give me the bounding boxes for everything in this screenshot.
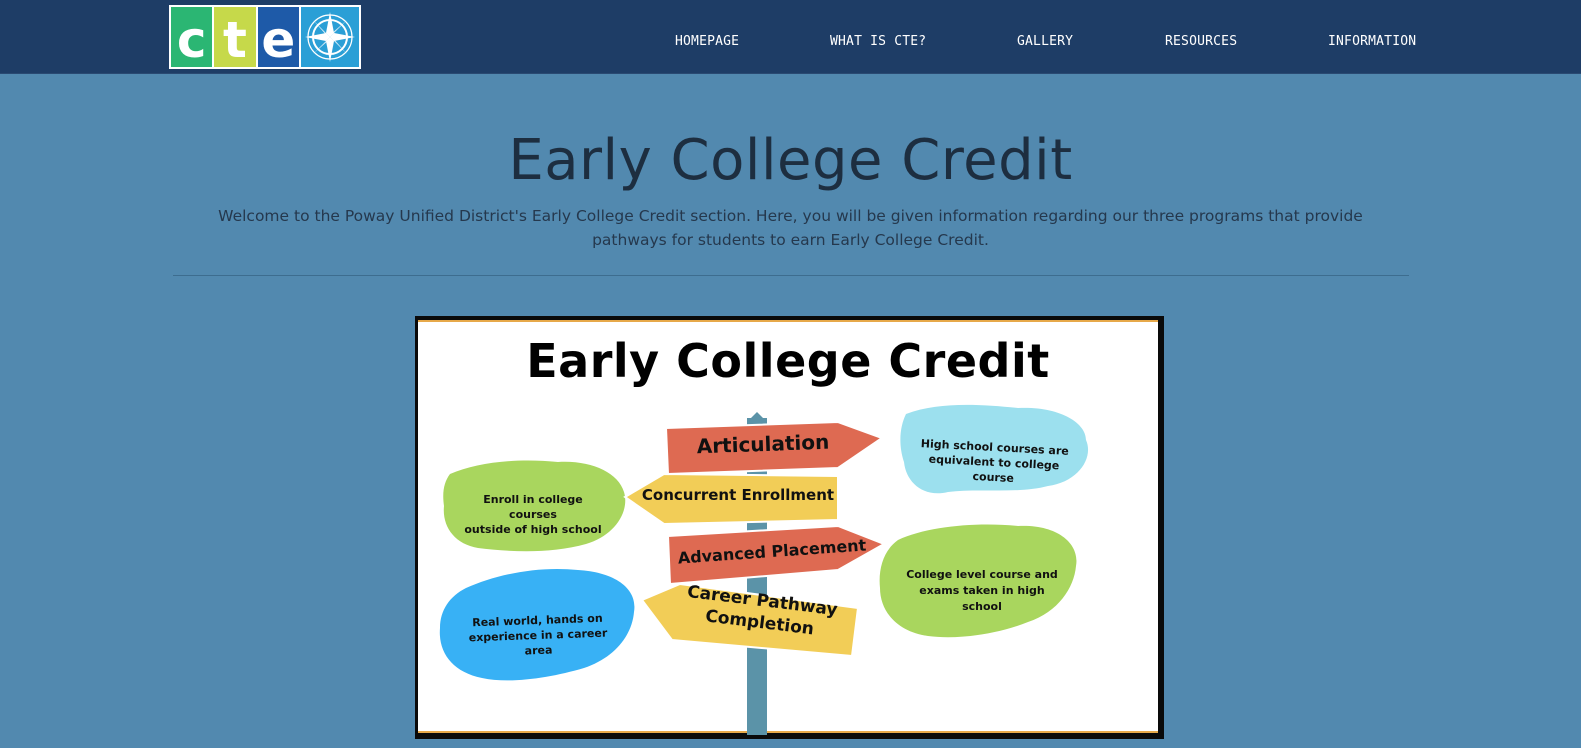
section-divider xyxy=(173,275,1409,276)
nav-gallery[interactable]: GALLERY xyxy=(1017,34,1073,49)
blob-label-concurrent-line2: outside of high school xyxy=(464,523,602,536)
early-college-credit-infographic: Early College Credit Articulation Concur… xyxy=(415,316,1164,739)
blob-label-articulation: High school courses are equivalent to co… xyxy=(913,436,1075,489)
infographic-title: Early College Credit xyxy=(526,334,1050,388)
main-nav: HOMEPAGE WHAT IS CTE? GALLERY RESOURCES … xyxy=(0,0,1581,73)
blob-label-concurrent: Enroll in college courses outside of hig… xyxy=(458,492,608,537)
page-intro: Welcome to the Poway Unified District's … xyxy=(200,204,1381,252)
blob-label-advanced-placement: College level course and exams taken in … xyxy=(902,567,1062,615)
nav-resources[interactable]: RESOURCES xyxy=(1165,34,1237,49)
signpost-tip xyxy=(747,412,767,422)
nav-information[interactable]: INFORMATION xyxy=(1328,34,1416,49)
page-title: Early College Credit xyxy=(508,128,1073,193)
blob-label-ap-line1: College level course and xyxy=(906,568,1058,581)
nav-what-is-cte[interactable]: WHAT IS CTE? xyxy=(830,34,926,49)
blob-label-career-line2: experience in a career area xyxy=(468,626,608,658)
header-bar: c t e HOMEPAGE WHAT IS CTE? GALLERY RESO… xyxy=(0,0,1581,74)
blob-label-concurrent-line1: Enroll in college courses xyxy=(483,493,583,521)
intro-line-2: pathways for students to earn Early Coll… xyxy=(592,231,989,249)
intro-line-1: Welcome to the Poway Unified District's … xyxy=(218,207,1363,225)
blob-label-ap-line2: exams taken in high xyxy=(919,584,1045,597)
blob-label-career-pathway: Real world, hands on experience in a car… xyxy=(457,610,618,661)
infographic-canvas: Early College Credit Articulation Concur… xyxy=(418,320,1158,735)
sign-label-concurrent-enrollment: Concurrent Enrollment xyxy=(641,486,835,504)
blob-label-ap-line3: school xyxy=(962,600,1002,613)
nav-homepage[interactable]: HOMEPAGE xyxy=(675,34,739,49)
